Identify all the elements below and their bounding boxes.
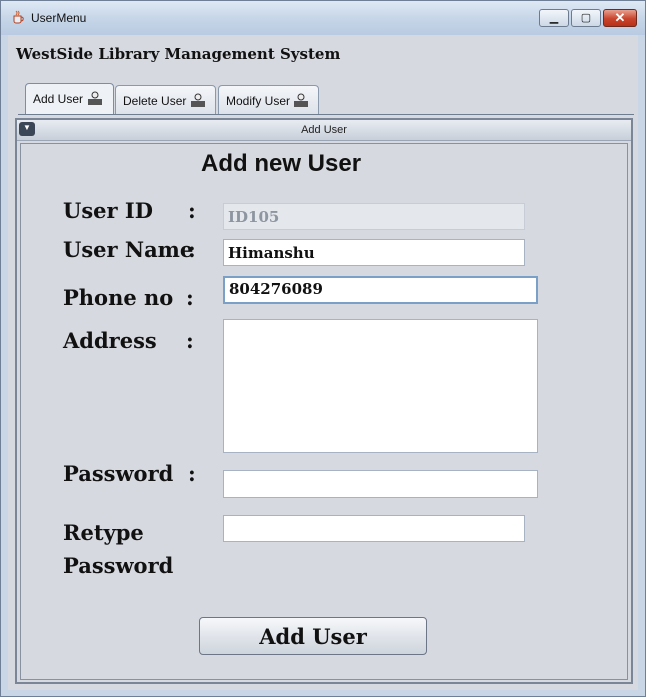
user-modify-icon [294,93,308,107]
user-name-field[interactable]: Himanshu [223,239,525,266]
retype-password-label-line1: Retype [63,520,144,545]
user-id-label: User ID [63,198,153,223]
client-area: WestSide Library Management System Add U… [8,35,638,690]
tab-label: Modify User [226,94,291,108]
user-add-icon [88,91,102,105]
retype-password-label-line2: Password [63,553,174,578]
colon: : [188,198,196,223]
user-menu-window: UserMenu ▁ ▢ ✕ WestSide Library Manageme… [0,0,646,697]
address-label: Address [63,328,157,353]
colon: : [188,461,196,486]
tab-label: Delete User [123,94,187,108]
tab-modify-user[interactable]: Modify User [218,85,319,114]
internal-frame-title: Add User [301,124,347,136]
maximize-button[interactable]: ▢ [571,9,601,27]
colon: : [186,328,194,353]
colon: : [186,285,194,310]
form-heading: Add new User [201,150,362,177]
retype-password-field[interactable] [223,515,525,542]
phone-label: Phone no [63,285,174,310]
password-field[interactable] [223,470,538,498]
address-textarea[interactable] [223,319,538,453]
user-delete-icon [191,93,205,107]
colon: : [188,237,196,262]
password-label: Password [63,461,174,486]
user-name-label: User Name [63,237,194,262]
add-user-button[interactable]: Add User [199,617,427,655]
internal-frame-title-bar[interactable]: ▼ Add User [17,120,631,141]
close-button[interactable]: ✕ [603,9,637,27]
close-icon: ✕ [614,10,626,25]
tab-delete-user[interactable]: Delete User [115,85,216,114]
tab-add-user[interactable]: Add User [25,83,114,115]
tab-label: Add User [33,92,84,106]
phone-field[interactable]: 804276089 [223,276,538,304]
window-title: UserMenu [31,11,87,25]
add-user-internal-frame: ▼ Add User Add new User User ID : ID105 … [15,118,633,684]
app-title: WestSide Library Management System [16,45,341,63]
maximize-icon: ▢ [580,12,592,24]
minimize-button[interactable]: ▁ [539,9,569,27]
tab-strip-divider [18,114,634,115]
user-id-field: ID105 [223,203,525,230]
minimize-icon: ▁ [549,12,559,24]
add-user-button-label: Add User [259,624,367,649]
title-bar[interactable]: UserMenu ▁ ▢ ✕ [1,1,645,35]
java-cup-icon [13,10,24,24]
add-user-form: Add new User User ID : ID105 User Name :… [20,143,628,680]
